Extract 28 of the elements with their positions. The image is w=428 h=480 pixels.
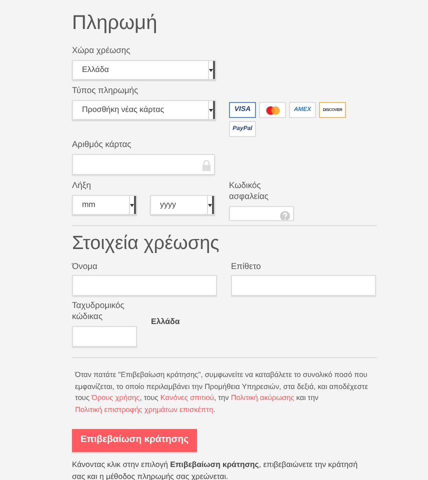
field-label: Κωδικός ασφαλείας (229, 180, 270, 202)
field-label: Όνομα (72, 261, 98, 272)
field-label: Επίθετο (231, 261, 262, 272)
input-field[interactable] (72, 326, 137, 347)
caret-icon (208, 204, 212, 206)
section-title: Στοιχεία χρέωσης (72, 232, 220, 256)
caret-icon (130, 204, 134, 206)
select-field[interactable]: Προσθήκη νέας κάρτας (72, 100, 216, 120)
field-label: Ταχυδρομικός κώδικας (72, 300, 126, 322)
caret-icon (209, 68, 213, 72)
field-label: Αριθμός κάρτας (72, 139, 132, 150)
country-text: Ελλάδα (151, 316, 180, 328)
input-field[interactable] (72, 154, 215, 175)
lock-icon (202, 159, 211, 171)
select-field[interactable]: yyyy (150, 195, 215, 215)
field-label: Λήξη (72, 180, 92, 191)
field-label: Χώρα χρέωσης (72, 45, 132, 56)
help-icon[interactable] (280, 211, 290, 220)
field-label: Τύπος πληρωμής (72, 85, 140, 96)
caret-icon (209, 108, 213, 112)
card-option[interactable] (259, 102, 286, 118)
input-field[interactable] (72, 275, 217, 296)
input-field[interactable] (229, 206, 294, 220)
select-field[interactable]: Ελλάδα (72, 60, 216, 80)
select-field[interactable]: mm (72, 195, 137, 215)
section-title: Πληρωμή (72, 11, 158, 36)
input-field[interactable] (231, 275, 376, 296)
mastercard-logo-icon (266, 106, 280, 114)
